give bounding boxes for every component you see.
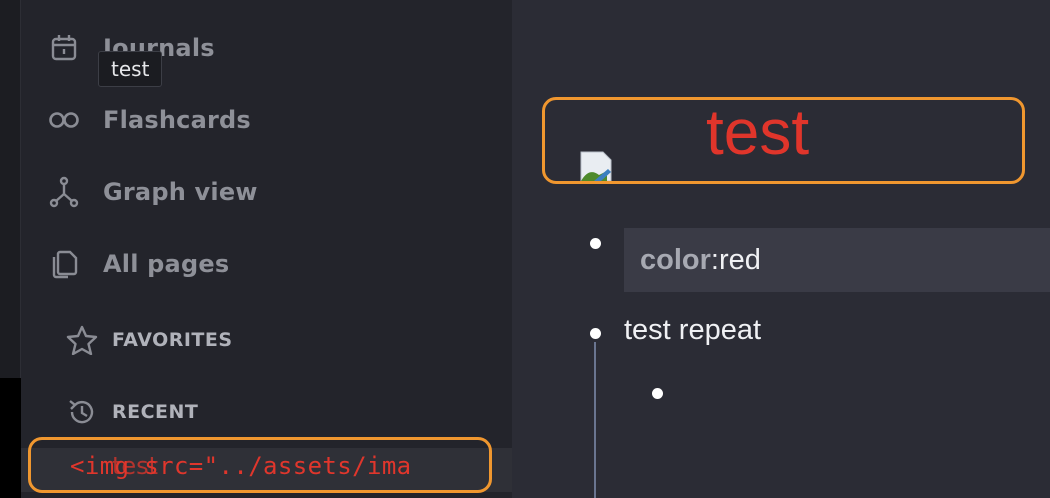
favorites-section[interactable]: FAVORITES <box>66 320 233 360</box>
nav-graph-view-label: Graph view <box>103 178 258 206</box>
nav-graph-view[interactable]: Graph view <box>48 172 258 212</box>
history-icon <box>66 396 98 428</box>
property-block[interactable]: color: red <box>624 228 1050 292</box>
block-bullet[interactable] <box>590 238 601 249</box>
favorites-label: FAVORITES <box>112 329 233 351</box>
star-icon <box>66 324 98 356</box>
recent-label: RECENT <box>112 401 199 423</box>
block-bullet[interactable] <box>590 328 601 339</box>
nav-all-pages[interactable]: All pages <box>48 244 229 284</box>
nav-flashcards-label: Flashcards <box>103 106 251 134</box>
recent-section[interactable]: RECENT <box>66 392 198 432</box>
left-panel-edge <box>0 0 21 378</box>
highlight-box-recent <box>28 437 492 493</box>
block-text[interactable]: test repeat <box>624 314 761 347</box>
graph-icon <box>48 176 80 208</box>
property-key[interactable]: color <box>640 244 711 277</box>
tooltip: test <box>98 51 163 87</box>
nav-flashcards[interactable]: Flashcards <box>48 100 251 140</box>
child-block-bullet[interactable] <box>652 388 663 399</box>
pages-icon <box>48 248 80 280</box>
calendar-icon <box>48 32 80 64</box>
infinity-icon <box>48 104 80 136</box>
nav-all-pages-label: All pages <box>103 250 230 278</box>
block-thread-line <box>594 342 596 498</box>
property-separator: : <box>710 243 719 276</box>
highlight-box-title <box>542 97 1025 184</box>
property-value[interactable]: red <box>719 244 761 277</box>
